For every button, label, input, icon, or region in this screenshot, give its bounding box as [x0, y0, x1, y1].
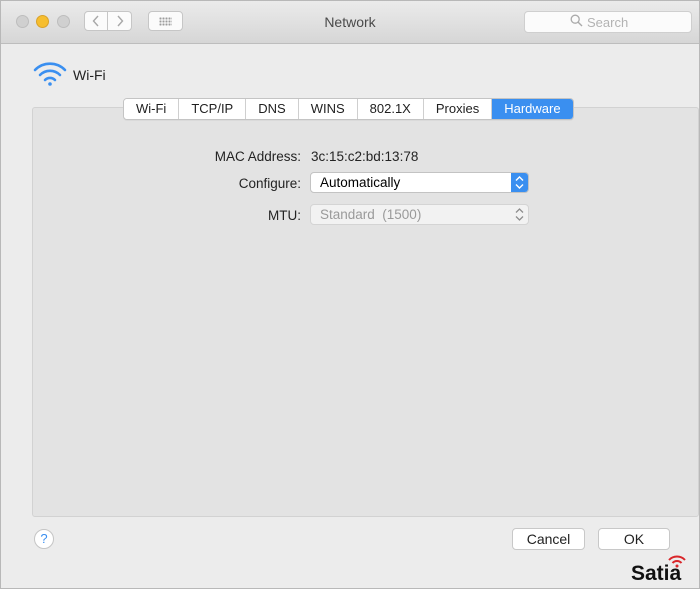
- cancel-button[interactable]: Cancel: [512, 528, 585, 550]
- interface-name: Wi-Fi: [73, 67, 106, 83]
- configure-value: Automatically: [320, 175, 401, 190]
- search-field[interactable]: Search: [524, 11, 692, 33]
- up-down-arrows-icon: [511, 205, 528, 224]
- settings-panel: [32, 107, 699, 517]
- configure-popup[interactable]: Automatically: [310, 172, 529, 193]
- help-button[interactable]: ?: [34, 529, 54, 549]
- tab-tcpip[interactable]: TCP/IP: [179, 99, 247, 119]
- mac-address-value: 3c:15:c2:bd:13:78: [311, 149, 419, 164]
- watermark-text: Satia: [631, 562, 682, 585]
- mtu-value: Standard (1500): [320, 207, 422, 222]
- tab-wifi[interactable]: Wi-Fi: [124, 99, 180, 119]
- up-down-arrows-icon: [511, 173, 528, 192]
- magnifier-icon: [570, 14, 583, 27]
- mtu-popup[interactable]: Standard (1500): [310, 204, 529, 225]
- mac-address-label: MAC Address:: [214, 149, 301, 164]
- tab-proxies[interactable]: Proxies: [423, 99, 493, 119]
- network-preferences-window: Network Search Wi-Fi Wi-Fi TCP/IP DNS WI…: [0, 0, 700, 589]
- search-placeholder: Search: [587, 15, 629, 30]
- title-bar: Network Search: [1, 1, 699, 44]
- ok-button[interactable]: OK: [598, 528, 670, 550]
- tab-8021x[interactable]: 802.1X: [357, 99, 424, 119]
- tab-wins[interactable]: WINS: [298, 99, 358, 119]
- tab-hardware[interactable]: Hardware: [492, 99, 573, 119]
- wifi-icon: [33, 62, 67, 86]
- settings-tabs: Wi-Fi TCP/IP DNS WINS 802.1X Proxies Har…: [123, 98, 574, 120]
- mtu-label: MTU:: [268, 208, 301, 223]
- tab-dns[interactable]: DNS: [246, 99, 299, 119]
- configure-label: Configure:: [238, 176, 301, 191]
